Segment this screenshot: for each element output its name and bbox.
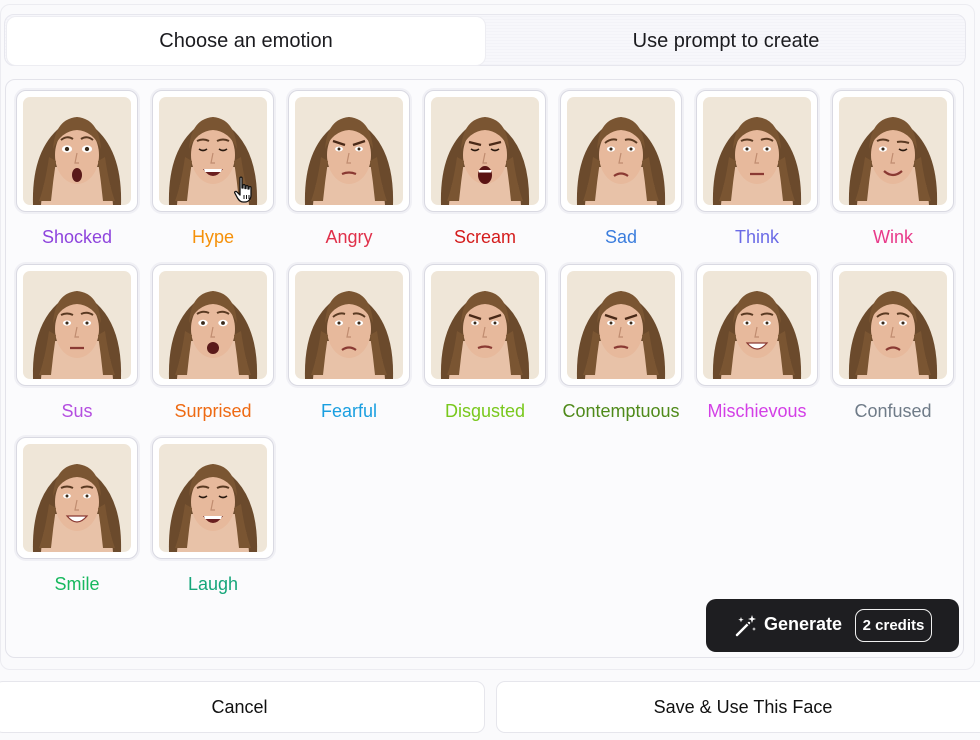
emotion-label: Scream — [453, 227, 516, 247]
emotion-option-wink[interactable]: Wink — [830, 88, 956, 253]
emotion-thumbnail — [152, 437, 274, 559]
emotion-thumbnail — [696, 263, 818, 386]
face-photo — [703, 270, 811, 379]
emotion-label: Think — [734, 227, 779, 247]
emotion-option-sus[interactable]: Sus — [14, 262, 140, 427]
emotion-label: Disgusted — [444, 400, 526, 421]
emotion-label: Hype — [191, 227, 235, 247]
emotion-label: Fearful — [320, 400, 378, 421]
emotion-label: Wink — [873, 227, 913, 247]
mode-tabs: Choose an emotion Use prompt to create — [4, 14, 966, 66]
emotion-option-disgusted[interactable]: Disgusted — [422, 262, 548, 427]
face-photo — [703, 97, 811, 205]
emotion-label: Confused — [854, 400, 932, 421]
face-photo — [159, 270, 267, 379]
emotion-label: Laugh — [187, 574, 239, 594]
emotion-label: Shocked — [41, 227, 113, 247]
emotion-option-scream[interactable]: Scream — [422, 88, 548, 253]
hand-pointer-cursor-icon — [234, 176, 252, 203]
face-photo — [567, 270, 675, 379]
emotion-label: Sus — [61, 400, 93, 421]
credits-badge: 2 credits — [855, 609, 932, 642]
emotion-grid: Shocked Hype Angry Scream Sad Think Wink… — [5, 79, 964, 658]
emotion-option-contemptuous[interactable]: Contemptuous — [558, 262, 684, 427]
emotion-thumbnail — [832, 263, 954, 386]
face-photo — [295, 97, 403, 205]
face-photo — [159, 444, 267, 552]
generate-button[interactable]: Generate 2 credits — [706, 599, 959, 652]
emotion-option-fearful[interactable]: Fearful — [286, 262, 412, 427]
emotion-thumbnail — [696, 90, 818, 212]
emotion-thumbnail — [16, 90, 138, 212]
emotion-option-angry[interactable]: Angry — [286, 88, 412, 253]
emotion-option-sad[interactable]: Sad — [558, 88, 684, 253]
emotion-option-think[interactable]: Think — [694, 88, 820, 253]
emotion-option-confused[interactable]: Confused — [830, 262, 956, 427]
face-photo — [295, 270, 403, 379]
emotion-label: Mischievous — [707, 400, 807, 421]
face-photo — [567, 97, 675, 205]
emotion-option-surprised[interactable]: Surprised — [150, 262, 276, 427]
emotion-option-hype[interactable]: Hype — [150, 88, 276, 253]
save-use-face-button[interactable]: Save & Use This Face — [496, 681, 980, 733]
emotion-thumbnail — [560, 263, 682, 386]
generate-label: Generate — [764, 614, 843, 634]
emotion-thumbnail — [152, 263, 274, 386]
face-photo — [431, 270, 539, 379]
emotion-thumbnail — [560, 90, 682, 212]
emotion-label: Sad — [604, 227, 638, 247]
emotion-label: Surprised — [174, 400, 252, 421]
emotion-option-laugh[interactable]: Laugh — [150, 435, 276, 600]
emotion-picker-dialog: Choose an emotion Use prompt to create S… — [0, 0, 980, 740]
face-photo — [839, 97, 947, 205]
emotion-thumbnail — [16, 437, 138, 559]
emotion-label: Contemptuous — [562, 400, 680, 421]
face-photo — [23, 444, 131, 552]
emotion-thumbnail — [152, 90, 274, 212]
tab-choose-emotion[interactable]: Choose an emotion — [7, 17, 485, 65]
emotion-option-smile[interactable]: Smile — [14, 435, 140, 600]
magic-wand-icon — [735, 615, 756, 637]
emotion-option-shocked[interactable]: Shocked — [14, 88, 140, 253]
emotion-option-mischievous[interactable]: Mischievous — [694, 262, 820, 427]
face-photo — [431, 97, 539, 205]
cancel-button[interactable]: Cancel — [0, 681, 485, 733]
emotion-thumbnail — [16, 263, 138, 386]
face-photo — [839, 270, 947, 379]
emotion-thumbnail — [832, 90, 954, 212]
emotion-label: Angry — [325, 227, 373, 247]
emotion-thumbnail — [288, 263, 410, 386]
face-photo — [23, 97, 131, 205]
emotion-thumbnail — [424, 263, 546, 386]
tab-use-prompt[interactable]: Use prompt to create — [487, 17, 965, 65]
emotion-label: Smile — [54, 574, 100, 594]
emotion-thumbnail — [424, 90, 546, 212]
emotion-thumbnail — [288, 90, 410, 212]
face-photo — [23, 270, 131, 379]
